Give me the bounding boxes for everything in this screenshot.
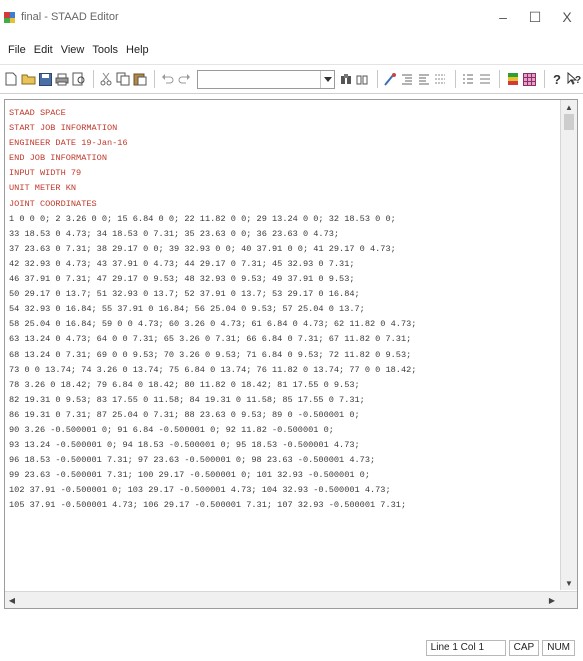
- code-line[interactable]: 42 32.93 0 4.73; 43 37.91 0 4.73; 44 29.…: [9, 257, 554, 272]
- minimize-button[interactable]: –: [487, 0, 519, 34]
- print-preview-icon[interactable]: [71, 71, 86, 87]
- list-icon[interactable]: [461, 71, 476, 87]
- help-icon[interactable]: ?: [550, 71, 565, 87]
- code-line[interactable]: 50 29.17 0 13.7; 51 32.93 0 13.7; 52 37.…: [9, 287, 554, 302]
- menu-help[interactable]: Help: [122, 44, 153, 56]
- app-logo-icon: [4, 11, 15, 23]
- new-file-icon[interactable]: [4, 71, 19, 87]
- code-line[interactable]: 37 23.63 0 7.31; 38 29.17 0 0; 39 32.93 …: [9, 242, 554, 257]
- svg-text:?: ?: [575, 75, 581, 86]
- outdent-icon[interactable]: [416, 71, 431, 87]
- paste-icon[interactable]: [133, 71, 148, 87]
- chevron-down-icon[interactable]: [320, 70, 334, 88]
- code-line[interactable]: JOINT COORDINATES: [9, 197, 554, 212]
- code-line[interactable]: 90 3.26 -0.500001 0; 91 6.84 -0.500001 0…: [9, 423, 554, 438]
- svg-text:?: ?: [553, 72, 561, 86]
- code-line[interactable]: 68 13.24 0 7.31; 69 0 0 9.53; 70 3.26 0 …: [9, 348, 554, 363]
- caps-lock-indicator: CAP: [508, 640, 540, 656]
- context-help-icon[interactable]: ?: [566, 71, 581, 87]
- list2-icon[interactable]: [477, 71, 492, 87]
- code-line[interactable]: 93 13.24 -0.500001 0; 94 18.53 -0.500001…: [9, 438, 554, 453]
- menu-file[interactable]: File: [4, 44, 30, 56]
- redo-icon[interactable]: [177, 71, 192, 87]
- grid-icon[interactable]: [522, 71, 537, 87]
- code-line[interactable]: END JOB INFORMATION: [9, 151, 554, 166]
- scroll-left-icon[interactable]: ◀: [5, 593, 19, 607]
- save-icon[interactable]: [38, 71, 53, 87]
- menu-view[interactable]: View: [57, 44, 89, 56]
- menu-tools[interactable]: Tools: [88, 44, 122, 56]
- code-line[interactable]: START JOB INFORMATION: [9, 121, 554, 136]
- close-button[interactable]: X: [551, 0, 583, 34]
- menu-edit[interactable]: Edit: [30, 44, 57, 56]
- scrollbar-thumb[interactable]: [564, 114, 574, 130]
- code-line[interactable]: 58 25.04 0 16.84; 59 0 0 4.73; 60 3.26 0…: [9, 317, 554, 332]
- window-title: final - STAAD Editor: [21, 11, 119, 23]
- code-line[interactable]: 78 3.26 0 18.42; 79 6.84 0 18.42; 80 11.…: [9, 378, 554, 393]
- code-line[interactable]: 86 19.31 0 7.31; 87 25.04 0 7.31; 88 23.…: [9, 408, 554, 423]
- title-bar: final - STAAD Editor – ☐ X: [0, 0, 583, 34]
- code-line[interactable]: 105 37.91 -0.500001 4.73; 106 29.17 -0.5…: [9, 498, 554, 513]
- cut-icon[interactable]: [99, 71, 114, 87]
- menu-bar: File Edit View Tools Help: [0, 40, 583, 60]
- scroll-up-icon[interactable]: ▲: [562, 100, 576, 114]
- scroll-right-icon[interactable]: ▶: [545, 593, 559, 607]
- code-line[interactable]: UNIT METER KN: [9, 181, 554, 196]
- code-line[interactable]: 99 23.63 -0.500001 7.31; 100 29.17 -0.50…: [9, 468, 554, 483]
- code-line[interactable]: 46 37.91 0 7.31; 47 29.17 0 9.53; 48 32.…: [9, 272, 554, 287]
- code-line[interactable]: 82 19.31 0 9.53; 83 17.55 0 11.58; 84 19…: [9, 393, 554, 408]
- find-icon[interactable]: [338, 71, 353, 87]
- code-line[interactable]: 33 18.53 0 4.73; 34 18.53 0 7.31; 35 23.…: [9, 227, 554, 242]
- code-line[interactable]: 63 13.24 0 4.73; 64 0 0 7.31; 65 3.26 0 …: [9, 332, 554, 347]
- toolbar: ? ?: [0, 64, 583, 94]
- code-line[interactable]: 1 0 0 0; 2 3.26 0 0; 15 6.84 0 0; 22 11.…: [9, 212, 554, 227]
- comment-icon[interactable]: [433, 71, 448, 87]
- scroll-down-icon[interactable]: ▼: [562, 576, 576, 590]
- toolbar-combo[interactable]: [196, 69, 336, 89]
- code-line[interactable]: 102 37.91 -0.500001 0; 103 29.17 -0.5000…: [9, 483, 554, 498]
- code-text[interactable]: STAAD SPACE START JOB INFORMATION ENGINEER…: [9, 106, 554, 514]
- find-next-icon[interactable]: [355, 71, 370, 87]
- horizontal-scrollbar[interactable]: ◀ ▶: [5, 591, 577, 608]
- code-line[interactable]: ENGINEER DATE 19-Jan-16: [9, 136, 554, 151]
- indent-icon[interactable]: [399, 71, 414, 87]
- run-icon[interactable]: [383, 71, 398, 87]
- code-line[interactable]: 96 18.53 -0.500001 7.31; 97 23.63 -0.500…: [9, 453, 554, 468]
- copy-icon[interactable]: [116, 71, 131, 87]
- color-icon[interactable]: [505, 71, 520, 87]
- cursor-position: Line 1 Col 1: [425, 640, 506, 656]
- code-line[interactable]: STAAD SPACE: [9, 106, 554, 121]
- vertical-scrollbar[interactable]: ▲ ▼: [560, 100, 577, 590]
- code-line[interactable]: 54 32.93 0 16.84; 55 37.91 0 16.84; 56 2…: [9, 302, 554, 317]
- code-line[interactable]: INPUT WIDTH 79: [9, 166, 554, 181]
- code-editor[interactable]: STAAD SPACE START JOB INFORMATION ENGINEER…: [4, 99, 578, 609]
- status-bar: Line 1 Col 1 CAP NUM: [0, 635, 583, 661]
- num-lock-indicator: NUM: [542, 640, 575, 656]
- open-file-icon[interactable]: [21, 71, 36, 87]
- print-icon[interactable]: [55, 71, 70, 87]
- code-line[interactable]: 73 0 0 13.74; 74 3.26 0 13.74; 75 6.84 0…: [9, 363, 554, 378]
- maximize-button[interactable]: ☐: [519, 0, 551, 34]
- undo-icon[interactable]: [160, 71, 175, 87]
